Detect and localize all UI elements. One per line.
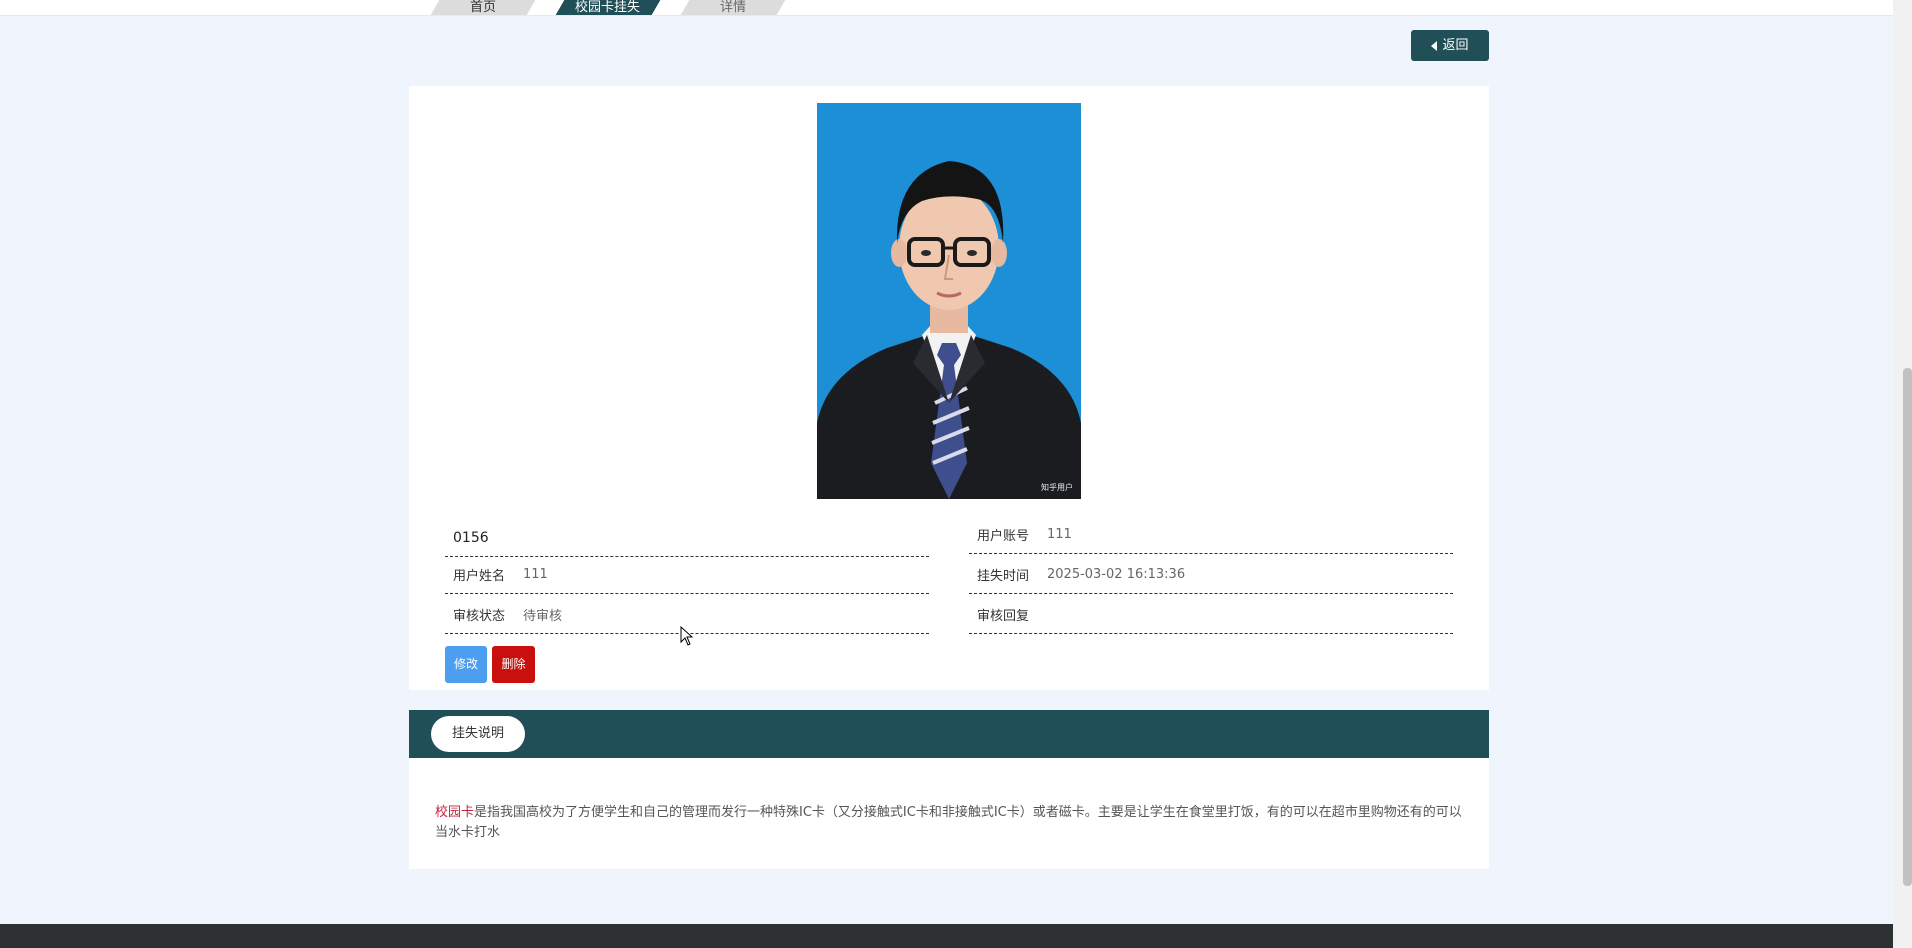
loss-time-value: 2025-03-02 16:13:36 xyxy=(1047,567,1186,582)
breadcrumb-home-label: 首页 xyxy=(469,0,496,15)
delete-button[interactable]: 删除 xyxy=(492,646,535,683)
breadcrumb-card-loss-label: 校园卡挂失 xyxy=(575,0,641,15)
description-highlight: 校园卡 xyxy=(435,805,475,820)
mouse-cursor-icon xyxy=(680,626,694,646)
caret-left-icon xyxy=(1431,40,1438,51)
photo-watermark: 知乎用户 xyxy=(1041,483,1073,492)
loss-description: 校园卡是指我国高校为了方便学生和自己的管理而发行一种特殊IC卡（又分接触式IC卡… xyxy=(409,758,1489,869)
tab-loss-description[interactable]: 挂失说明 xyxy=(431,716,525,752)
review-reply-label: 审核回复 xyxy=(977,609,1030,624)
review-reply-field: 审核回复 xyxy=(969,596,1453,634)
user-account-label: 用户账号 xyxy=(977,529,1030,544)
section-header: 挂失说明 xyxy=(409,710,1489,758)
user-name-field: 用户姓名 111 xyxy=(445,556,929,594)
user-account-field: 用户账号 111 xyxy=(969,516,1453,554)
detail-card: 知乎用户 0156 用户姓名 111 审核状态 待审核 用户账号 111 挂失时… xyxy=(409,86,1489,690)
card-number-field: 0156 xyxy=(445,519,929,557)
top-nav-bar: 首页 校园卡挂失 详情 xyxy=(0,0,1893,16)
page-footer xyxy=(0,924,1893,948)
breadcrumb-card-loss[interactable]: 校园卡挂失 xyxy=(555,0,661,15)
breadcrumb-detail[interactable]: 详情 xyxy=(680,0,786,15)
edit-button[interactable]: 修改 xyxy=(445,646,487,683)
user-account-value: 111 xyxy=(1047,527,1072,542)
user-name-value: 111 xyxy=(523,567,548,582)
loss-time-label: 挂失时间 xyxy=(977,569,1030,584)
breadcrumb-detail-label: 详情 xyxy=(719,0,746,15)
scrollbar-thumb[interactable] xyxy=(1903,368,1912,886)
user-photo: 知乎用户 xyxy=(817,103,1081,499)
description-text: 是指我国高校为了方便学生和自己的管理而发行一种特殊IC卡（又分接触式IC卡和非接… xyxy=(435,805,1462,840)
user-name-label: 用户姓名 xyxy=(453,569,506,584)
back-button-label: 返回 xyxy=(1442,38,1469,53)
back-button[interactable]: 返回 xyxy=(1411,30,1489,61)
review-status-value: 待审核 xyxy=(523,609,563,624)
card-number-value: 0156 xyxy=(453,529,489,546)
review-status-label: 审核状态 xyxy=(453,609,506,624)
breadcrumb-home[interactable]: 首页 xyxy=(430,0,536,15)
portrait-image xyxy=(817,103,1081,499)
loss-time-field: 挂失时间 2025-03-02 16:13:36 xyxy=(969,556,1453,594)
